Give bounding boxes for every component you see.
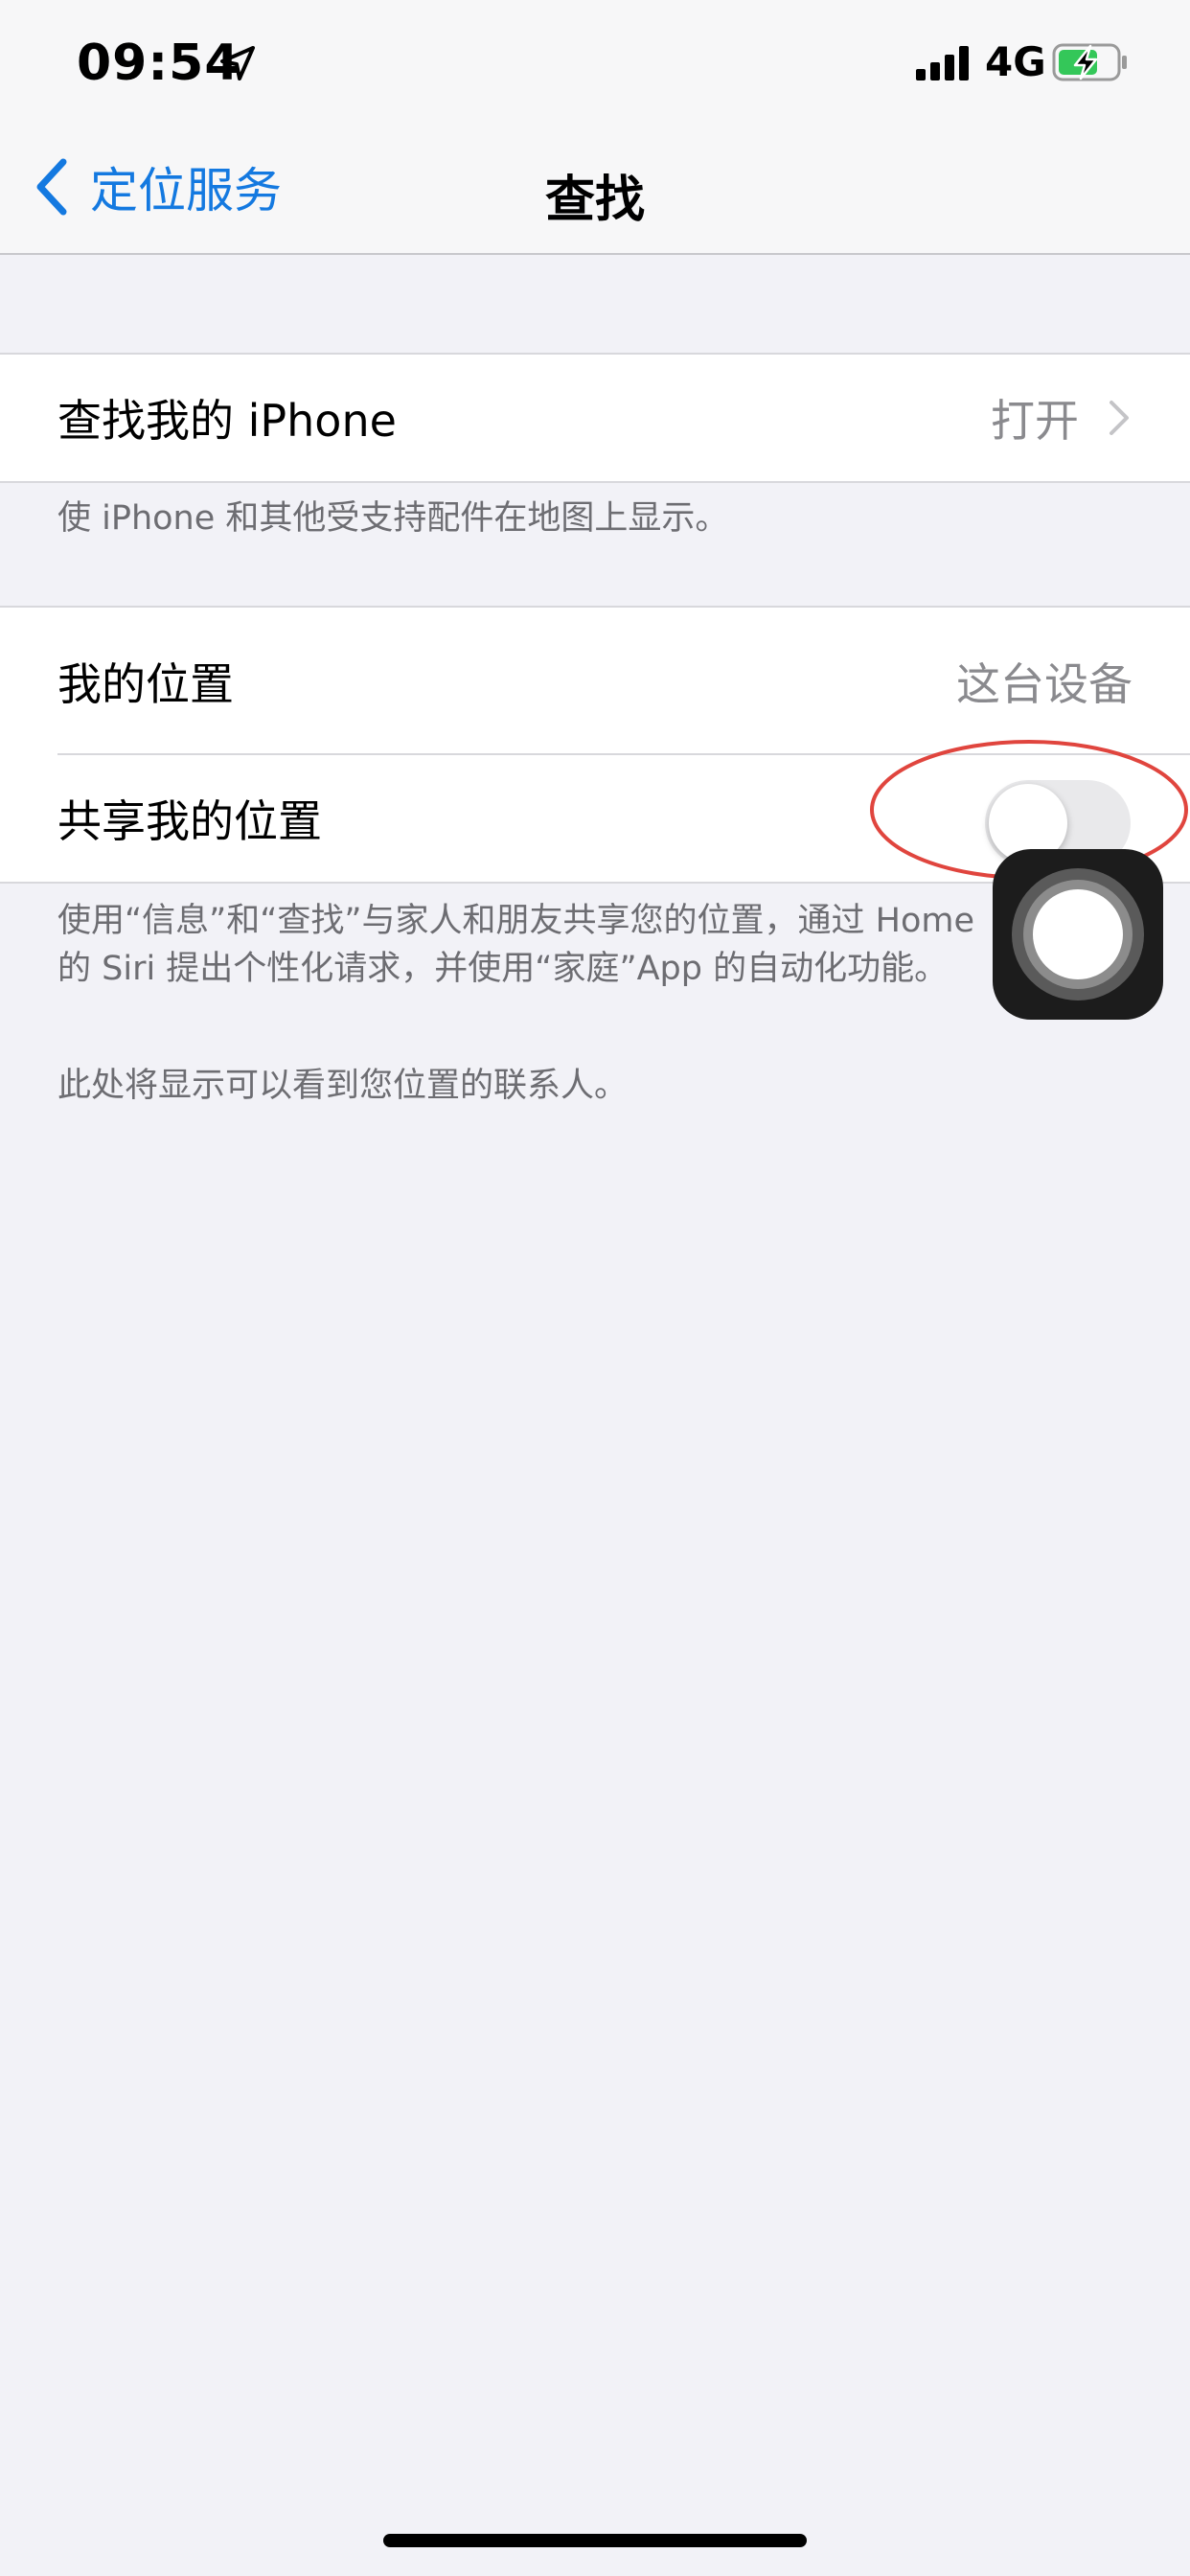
- share-location-footer-line1: 使用“信息”和“查找”与家人和朋友共享您的位置，通过 Home: [57, 902, 975, 940]
- location-group: 我的位置 这台设备 共享我的位置: [0, 606, 1190, 884]
- find-my-iphone-value: 打开: [991, 395, 1079, 447]
- network-type: 4G: [985, 38, 1046, 85]
- my-location-value: 这台设备: [956, 658, 1133, 710]
- cellular-signal-icon: [916, 46, 969, 80]
- contacts-note: 此处将显示可以看到您位置的联系人。: [57, 1067, 629, 1105]
- assistive-touch-core: [1033, 889, 1123, 979]
- chevron-right-icon: [1110, 401, 1129, 435]
- share-location-footer-line2: 的 Siri 提出个性化请求，并使用“家庭”App 的自动化功能。: [57, 950, 949, 988]
- status-time: 09:54: [77, 34, 240, 92]
- share-location-footer: 使用“信息”和“查找”与家人和朋友共享您的位置，通过 Home 的 Siri 提…: [57, 897, 1131, 993]
- find-my-iphone-label: 查找我的 iPhone: [57, 395, 397, 447]
- share-location-label: 共享我的位置: [57, 795, 322, 847]
- battery-charging-icon: [1052, 43, 1127, 81]
- assistive-touch-ring: [1012, 868, 1144, 1000]
- location-arrow-icon: [220, 46, 255, 80]
- my-location-label: 我的位置: [57, 658, 234, 710]
- find-my-iphone-group: 查找我的 iPhone 打开: [0, 353, 1190, 483]
- find-my-iphone-footer: 使 iPhone 和其他受支持配件在地图上显示。: [57, 499, 729, 538]
- page-title: 查找: [544, 172, 645, 229]
- assistive-touch-button[interactable]: [993, 849, 1163, 1020]
- status-bar: 09:54 4G: [0, 0, 1190, 125]
- my-location-cell[interactable]: 我的位置 这台设备: [0, 608, 1190, 755]
- navigation-bar: 定位服务 查找: [0, 125, 1190, 255]
- find-my-iphone-cell[interactable]: 查找我的 iPhone 打开: [0, 355, 1190, 481]
- home-indicator[interactable]: [383, 2534, 807, 2547]
- assistive-touch-ring-inner: [1023, 880, 1133, 989]
